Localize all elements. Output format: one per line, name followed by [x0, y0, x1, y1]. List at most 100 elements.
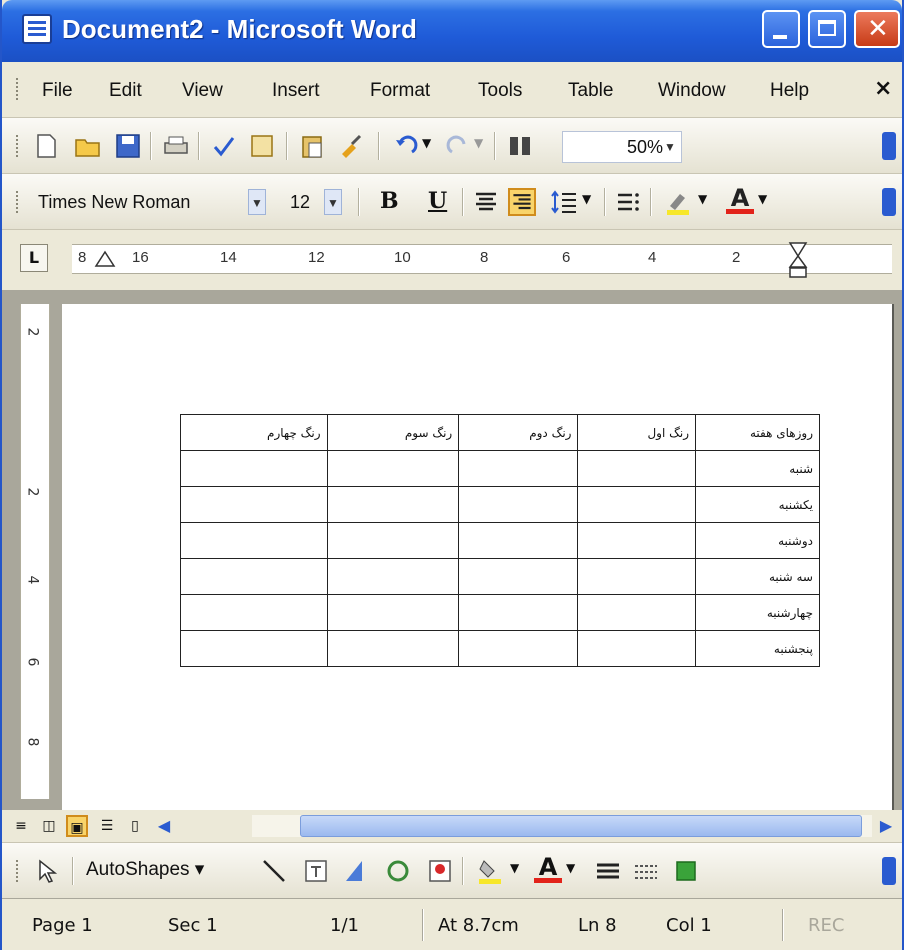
toolbar-grip-icon[interactable] [16, 135, 20, 157]
table-cell[interactable] [180, 594, 328, 631]
wordart-icon[interactable] [342, 857, 370, 885]
menu-format[interactable]: Format [370, 80, 430, 102]
table-cell-day[interactable]: پنجشنبه [695, 630, 820, 667]
menu-grip-icon[interactable] [16, 78, 20, 100]
numbering-icon[interactable] [614, 188, 642, 216]
underline-button[interactable]: U [428, 188, 456, 216]
table-cell[interactable] [180, 630, 328, 667]
table-cell[interactable] [326, 630, 460, 667]
align-right-icon[interactable] [508, 188, 536, 216]
document-page[interactable]: روزهای هفته رنگ اول رنگ دوم رنگ سوم رنگ … [62, 304, 892, 814]
table-cell[interactable] [180, 450, 328, 487]
outline-view-icon[interactable]: ☰ [96, 815, 118, 837]
table-cell[interactable] [326, 522, 460, 559]
table-cell[interactable] [577, 450, 696, 487]
table-cell[interactable] [458, 630, 579, 667]
menu-table[interactable]: Table [568, 80, 613, 102]
table-cell[interactable] [458, 450, 579, 487]
scroll-right-icon[interactable]: ▶ [874, 814, 898, 838]
draw-font-color-dropdown-icon[interactable]: ▼ [566, 861, 594, 889]
table-cell[interactable] [180, 522, 328, 559]
redo-dropdown-icon[interactable]: ▼ [474, 136, 502, 164]
status-rec[interactable]: REC [808, 915, 844, 936]
table-header-cell[interactable]: رنگ سوم [326, 414, 460, 451]
toolbar-options-icon[interactable] [882, 857, 896, 885]
toolbar-options-icon[interactable] [882, 188, 896, 216]
redo-icon[interactable] [444, 132, 472, 160]
print-layout-view-icon[interactable]: ▣ [66, 815, 88, 837]
font-color-button[interactable]: A [726, 184, 754, 214]
fill-color-icon[interactable] [476, 857, 504, 885]
menu-help[interactable]: Help [770, 80, 809, 102]
table-cell[interactable] [180, 486, 328, 523]
menu-edit[interactable]: Edit [109, 80, 142, 102]
normal-view-icon[interactable]: ≡ [10, 815, 32, 837]
table-cell-day[interactable]: سه شنبه [695, 558, 820, 595]
toolbar-grip-icon[interactable] [16, 191, 20, 213]
bold-button[interactable]: B [380, 188, 408, 216]
save-icon[interactable] [114, 132, 142, 160]
line-spacing-icon[interactable] [550, 188, 578, 216]
table-cell-day[interactable]: یکشنبه [695, 486, 820, 523]
paste-icon[interactable] [298, 132, 326, 160]
table-cell[interactable] [577, 594, 696, 631]
open-folder-icon[interactable] [74, 132, 102, 160]
menu-tools[interactable]: Tools [478, 80, 522, 102]
research-icon[interactable] [248, 132, 276, 160]
table-cell[interactable] [326, 594, 460, 631]
format-painter-icon[interactable] [338, 132, 366, 160]
title-bar[interactable]: Document2 - Microsoft Word ✕ [2, 0, 902, 62]
reading-layout-view-icon[interactable]: ▯ [124, 815, 146, 837]
3d-style-icon[interactable] [672, 857, 700, 885]
line-style-icon[interactable] [594, 857, 622, 885]
menu-window[interactable]: Window [658, 80, 726, 102]
indent-marker-icon[interactable] [94, 250, 116, 268]
table-cell[interactable] [326, 486, 460, 523]
print-icon[interactable] [162, 132, 190, 160]
document-close-icon[interactable]: × [874, 76, 892, 101]
highlight-dropdown-icon[interactable]: ▼ [698, 192, 726, 220]
scroll-left-icon[interactable]: ◀ [152, 814, 176, 838]
line-tool-icon[interactable] [260, 857, 288, 885]
draw-font-color-button[interactable]: A [534, 853, 562, 883]
autoshapes-menu[interactable]: AutoShapes ▾ [86, 858, 204, 881]
columns-icon[interactable] [506, 132, 534, 160]
table-cell[interactable] [458, 594, 579, 631]
dash-style-icon[interactable] [632, 857, 660, 885]
tab-selector-icon[interactable]: L [20, 244, 48, 272]
table-cell[interactable] [577, 486, 696, 523]
web-layout-view-icon[interactable]: ◫ [38, 815, 60, 837]
weekday-color-table[interactable]: روزهای هفته رنگ اول رنگ دوم رنگ سوم رنگ … [180, 414, 820, 667]
table-cell[interactable] [577, 630, 696, 667]
diagram-icon[interactable] [384, 857, 412, 885]
font-size-dropdown[interactable]: 12 ▼ [284, 187, 344, 219]
toolbar-grip-icon[interactable] [16, 860, 20, 882]
table-cell[interactable] [326, 558, 460, 595]
table-cell-day[interactable]: شنبه [695, 450, 820, 487]
table-cell[interactable] [458, 558, 579, 595]
table-header-cell[interactable]: رنگ اول [577, 414, 696, 451]
zoom-dropdown[interactable]: 50% ▼ [562, 131, 682, 163]
maximize-button[interactable] [808, 10, 846, 48]
menu-view[interactable]: View [182, 80, 223, 102]
undo-icon[interactable] [392, 132, 420, 160]
menu-file[interactable]: File [42, 80, 73, 102]
table-cell[interactable] [577, 522, 696, 559]
scroll-thumb[interactable] [300, 815, 862, 837]
toolbar-options-icon[interactable] [882, 132, 896, 160]
table-header-cell[interactable]: رنگ دوم [458, 414, 579, 451]
table-header-cell[interactable]: رنگ چهارم [180, 414, 328, 451]
hanging-indent-marker-icon[interactable] [787, 240, 809, 280]
table-header-cell[interactable]: روزهای هفته [695, 414, 820, 451]
select-objects-icon[interactable] [32, 857, 60, 885]
table-cell[interactable] [458, 522, 579, 559]
textbox-icon[interactable] [302, 857, 330, 885]
table-cell-day[interactable]: دوشنبه [695, 522, 820, 559]
table-cell[interactable] [180, 558, 328, 595]
font-name-dropdown[interactable]: Times New Roman ▼ [32, 187, 268, 219]
align-center-icon[interactable] [472, 188, 500, 216]
spelling-icon[interactable] [210, 132, 238, 160]
font-color-dropdown-icon[interactable]: ▼ [758, 192, 786, 220]
table-cell[interactable] [326, 450, 460, 487]
table-cell[interactable] [458, 486, 579, 523]
